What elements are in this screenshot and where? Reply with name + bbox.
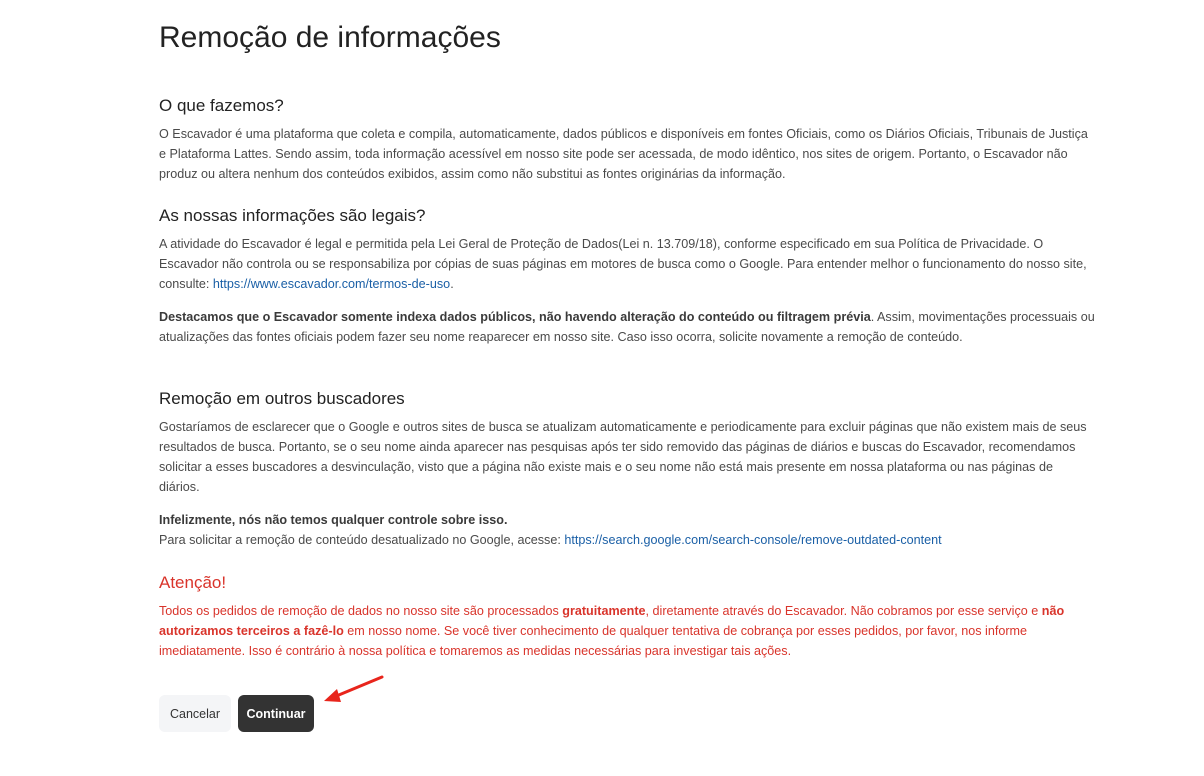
- page-title: Remoção de informações: [159, 21, 501, 54]
- section-text: Gostaríamos de esclarecer que o Google e…: [159, 420, 1087, 494]
- cancel-button[interactable]: Cancelar: [159, 695, 231, 732]
- text-span: .: [450, 277, 454, 291]
- section-what-we-do: O que fazemos? O Escavador é uma platafo…: [159, 96, 1095, 184]
- section-legal: As nossas informações são legais? A ativ…: [159, 206, 1095, 347]
- terms-link[interactable]: https://www.escavador.com/termos-de-uso: [213, 277, 450, 291]
- section-text: O Escavador é uma plataforma que coleta …: [159, 127, 1088, 181]
- text-span: Para solicitar a remoção de conteúdo des…: [159, 533, 565, 547]
- section-heading: O que fazemos?: [159, 96, 284, 115]
- bold-text: gratuitamente: [562, 604, 646, 618]
- attention-heading: Atenção!: [159, 573, 227, 592]
- section-text: Infelizmente, nós não temos qualquer con…: [159, 510, 1095, 550]
- section-heading: As nossas informações são legais?: [159, 206, 426, 225]
- section-text: A atividade do Escavador é legal e permi…: [159, 234, 1095, 294]
- section-other-engines: Remoção em outros buscadores Gostaríamos…: [159, 389, 1095, 550]
- bold-text: Destacamos que o Escavador somente index…: [159, 310, 871, 324]
- attention-text: Todos os pedidos de remoção de dados no …: [159, 601, 1095, 661]
- section-attention: Atenção! Todos os pedidos de remoção de …: [159, 573, 1095, 661]
- google-removal-link[interactable]: https://search.google.com/search-console…: [564, 533, 941, 547]
- red-arrow-icon: [324, 675, 384, 702]
- text-span: Todos os pedidos de remoção de dados no …: [159, 604, 563, 618]
- continue-button[interactable]: Continuar: [238, 695, 314, 732]
- bold-text: Infelizmente, nós não temos qualquer con…: [159, 513, 508, 527]
- section-text: Destacamos que o Escavador somente index…: [159, 307, 1095, 347]
- section-heading: Remoção em outros buscadores: [159, 389, 405, 408]
- text-span: , diretamente através do Escavador. Não …: [645, 604, 1042, 618]
